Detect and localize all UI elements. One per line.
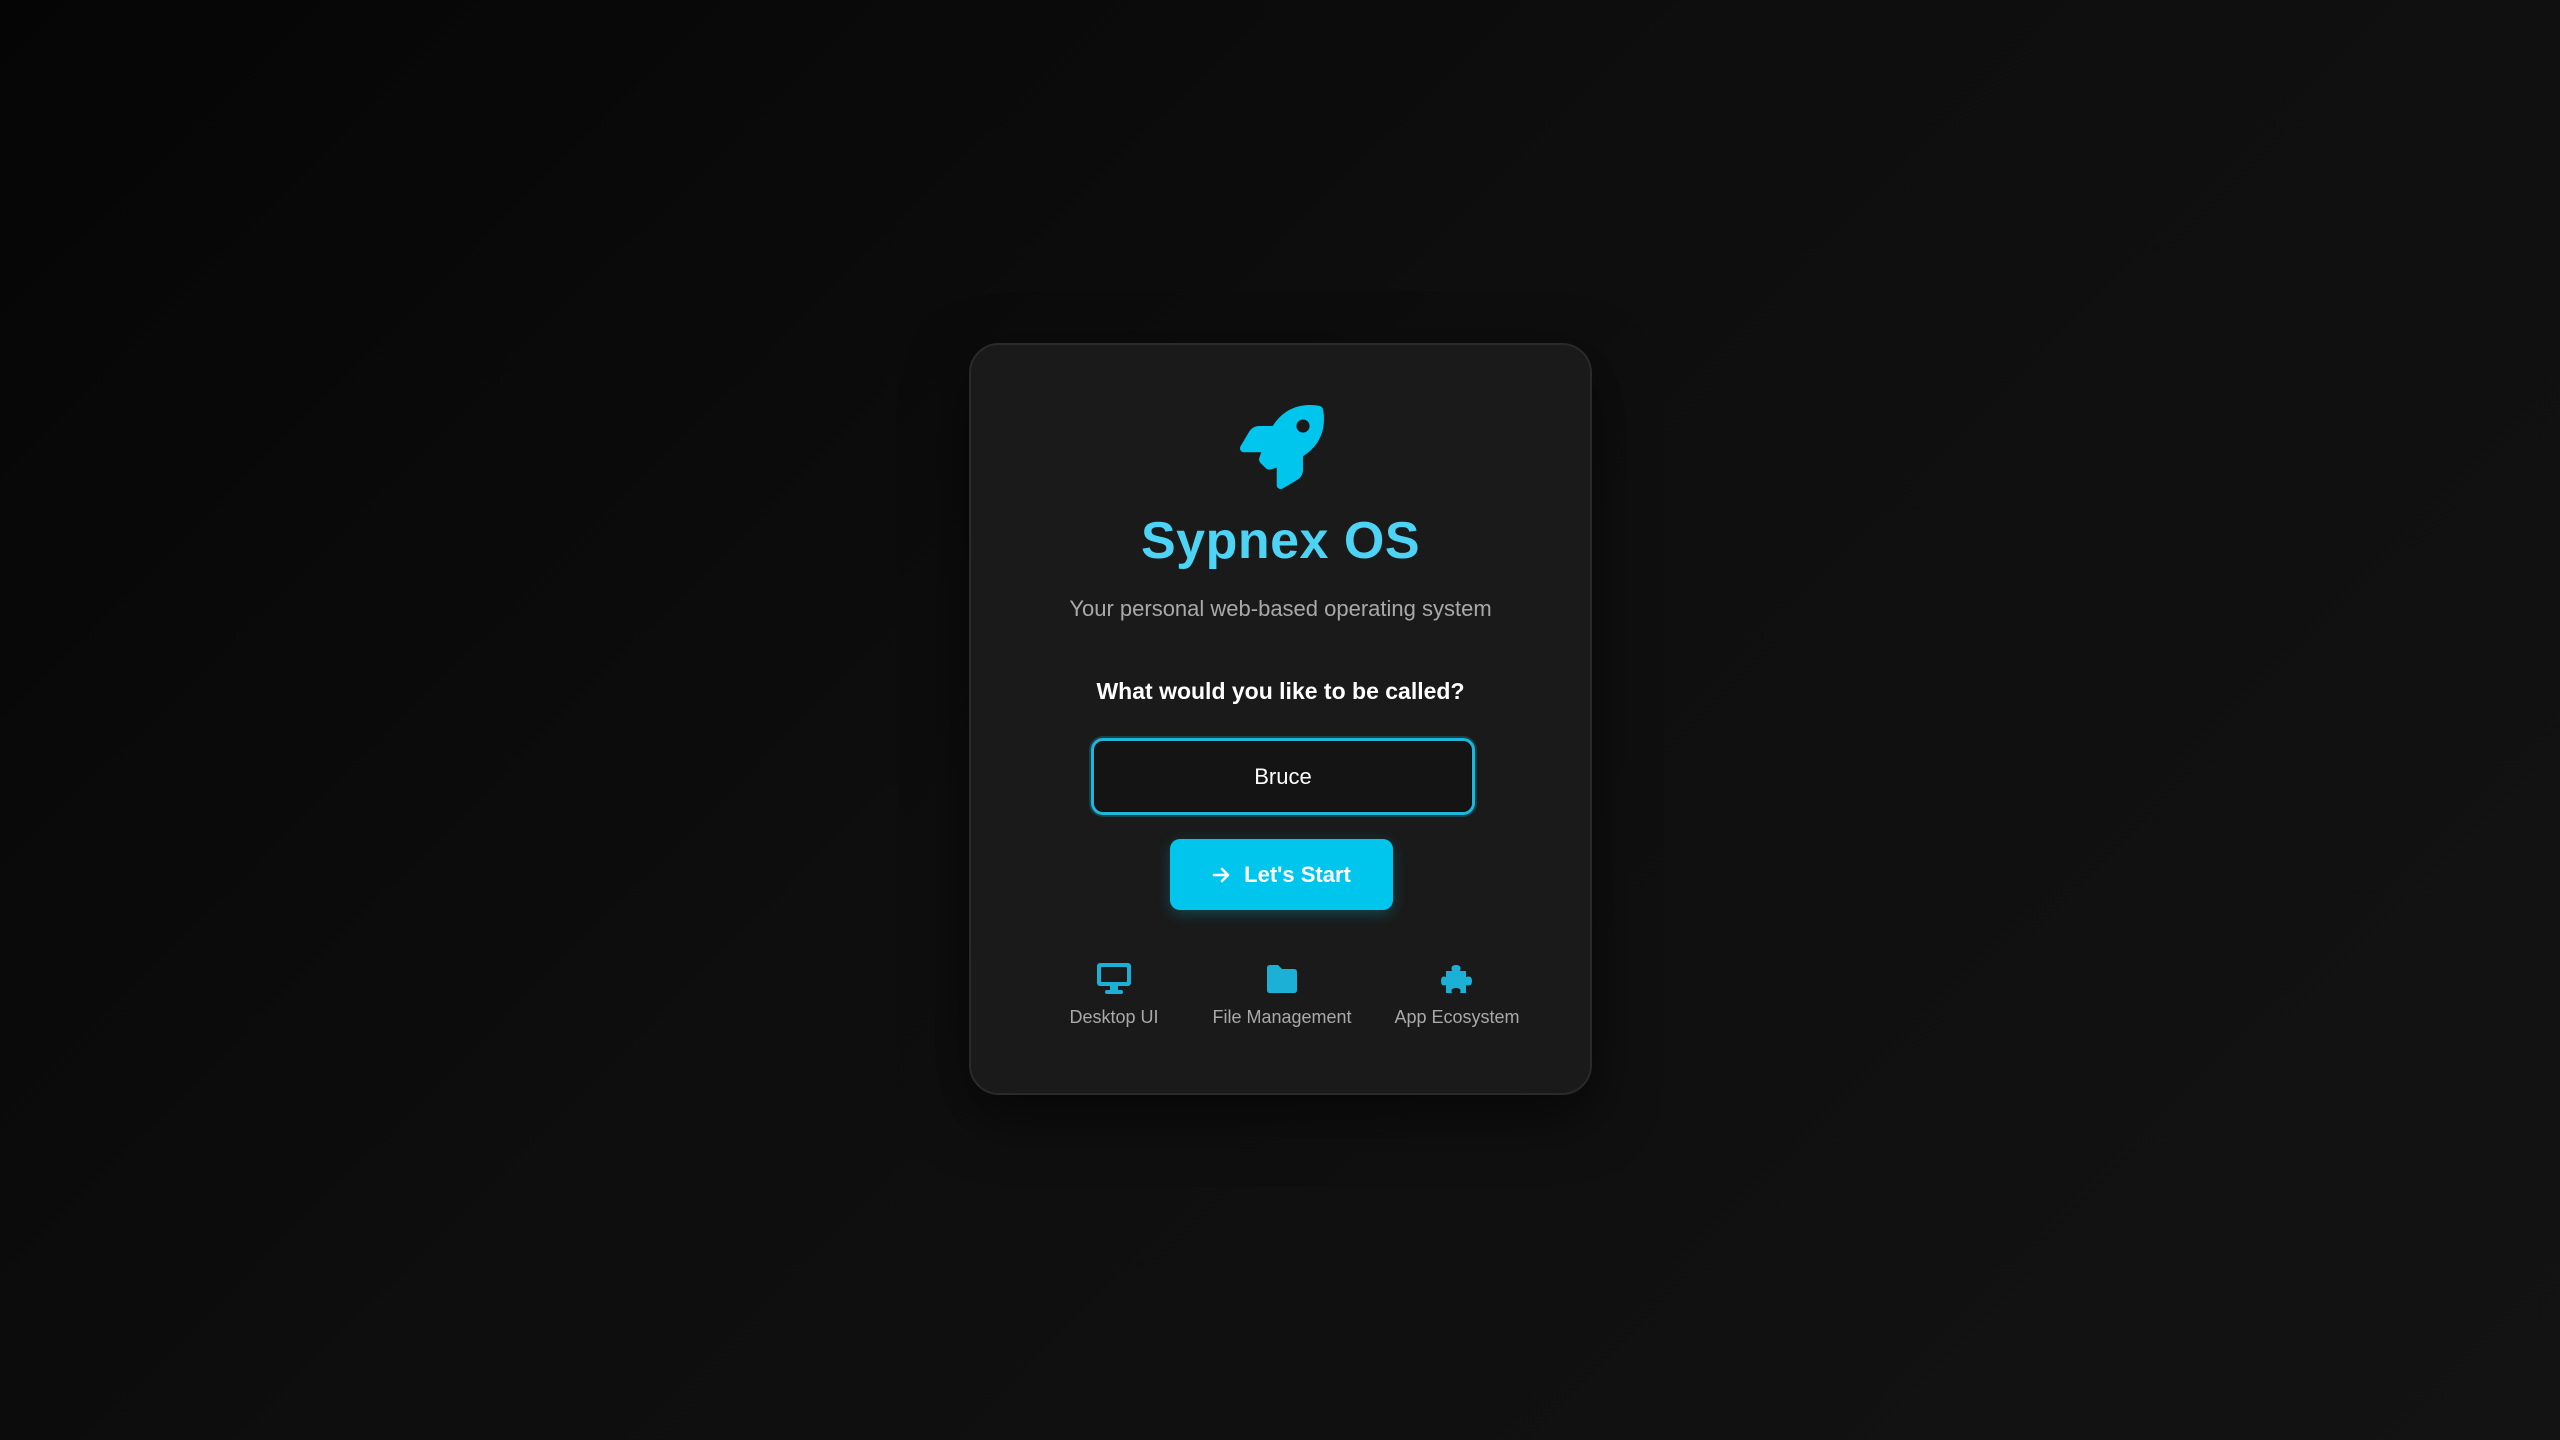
arrow-right-icon: [1212, 867, 1230, 882]
feature-label: App Ecosystem: [1394, 1007, 1520, 1027]
folder-icon: [1267, 965, 1297, 993]
welcome-card: Sypnex OS Your personal web-based operat…: [969, 343, 1592, 1095]
feature-file-management: File Management: [1202, 961, 1362, 1028]
lets-start-label: Let's Start: [1244, 861, 1351, 887]
feature-label: File Management: [1212, 1007, 1352, 1027]
app-title: Sypnex OS: [1140, 512, 1421, 570]
feature-list: Desktop UI File Management App Ecosystem: [971, 961, 1590, 1041]
rocket-icon: [1240, 405, 1324, 489]
desktop-icon: [1097, 963, 1131, 994]
app-subtitle: Your personal web-based operating system: [1069, 596, 1492, 621]
feature-desktop-ui: Desktop UI: [1034, 961, 1194, 1028]
feature-label: Desktop UI: [1069, 1007, 1159, 1027]
lets-start-button[interactable]: Let's Start: [1170, 839, 1393, 910]
feature-app-ecosystem: App Ecosystem: [1377, 961, 1537, 1028]
name-prompt-label: What would you like to be called?: [1096, 678, 1465, 704]
name-input[interactable]: [1091, 738, 1475, 815]
puzzle-icon: [1441, 965, 1472, 993]
